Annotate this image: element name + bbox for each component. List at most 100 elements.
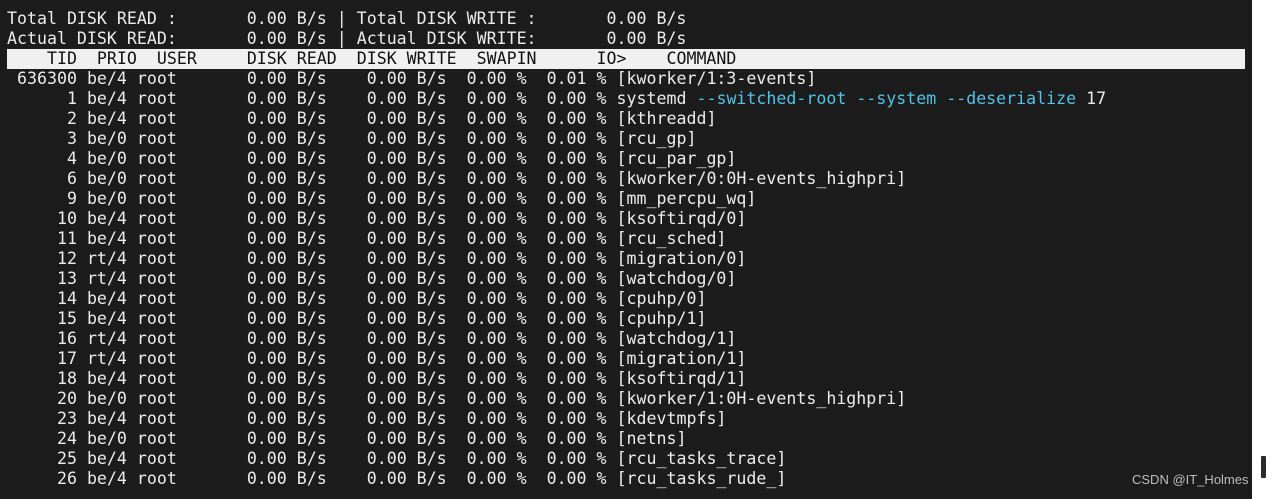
column-io[interactable]: IO> [597,49,627,68]
table-row[interactable]: 15 be/4 root 0.00 B/s 0.00 B/s 0.00 % 0.… [7,309,707,329]
row-user: root [136,109,217,128]
row-user: root [136,149,217,168]
row-tid: 2 [7,109,77,128]
scrollbar-track[interactable] [1252,0,1273,499]
row-prio: be/4 [86,69,127,88]
column-disk-write[interactable]: DISK WRITE [357,49,457,68]
column-disk-read[interactable]: DISK READ [247,49,337,68]
row-disk-read: 0.00 B/s [236,429,327,448]
row-command: [kdevtmpfs] [616,409,727,428]
row-tid: 18 [7,369,77,388]
row-swapin: 0.00 % [466,149,527,168]
row-io: 0.00 % [546,129,607,148]
row-disk-read: 0.00 B/s [236,69,327,88]
summary-read-label: Total DISK READ : [7,9,177,28]
row-command: [rcu_sched] [616,229,727,248]
table-row[interactable]: 11 be/4 root 0.00 B/s 0.00 B/s 0.00 % 0.… [7,229,727,249]
table-row[interactable]: 24 be/0 root 0.00 B/s 0.00 B/s 0.00 % 0.… [7,429,687,449]
row-swapin: 0.00 % [466,329,527,348]
column-prio[interactable]: PRIO [97,49,137,68]
row-io: 0.00 % [546,189,607,208]
table-row[interactable]: 13 rt/4 root 0.00 B/s 0.00 B/s 0.00 % 0.… [7,269,736,289]
row-command: [cpuhp/0] [616,289,707,308]
row-disk-read: 0.00 B/s [236,389,327,408]
row-disk-write: 0.00 B/s [356,389,447,408]
row-disk-write: 0.00 B/s [356,349,447,368]
row-command: [rcu_tasks_rude_] [616,469,787,488]
table-row[interactable]: 18 be/4 root 0.00 B/s 0.00 B/s 0.00 % 0.… [7,369,746,389]
table-row[interactable]: 20 be/0 root 0.00 B/s 0.00 B/s 0.00 % 0.… [7,389,906,409]
row-tid: 23 [7,409,77,428]
row-disk-write: 0.00 B/s [356,129,447,148]
row-disk-write: 0.00 B/s [356,69,447,88]
table-row[interactable]: 1 be/4 root 0.00 B/s 0.00 B/s 0.00 % 0.0… [7,89,1106,109]
row-disk-write: 0.00 B/s [356,209,447,228]
row-disk-read: 0.00 B/s [236,129,327,148]
table-row[interactable]: 10 be/4 root 0.00 B/s 0.00 B/s 0.00 % 0.… [7,209,746,229]
row-swapin: 0.00 % [466,389,527,408]
row-command: [rcu_par_gp] [616,149,737,168]
table-row[interactable]: 14 be/4 root 0.00 B/s 0.00 B/s 0.00 % 0.… [7,289,707,309]
row-disk-write: 0.00 B/s [356,109,447,128]
row-command: [watchdog/1] [616,329,737,348]
column-swapin[interactable]: SWAPIN [477,49,537,68]
table-row[interactable]: 26 be/4 root 0.00 B/s 0.00 B/s 0.00 % 0.… [7,469,786,489]
actual-disk-summary: Actual DISK READ: 0.00 B/s | Actual DISK… [7,29,686,49]
row-io: 0.00 % [546,249,607,268]
table-row[interactable]: 9 be/0 root 0.00 B/s 0.00 B/s 0.00 % 0.0… [7,189,756,209]
table-row[interactable]: 16 rt/4 root 0.00 B/s 0.00 B/s 0.00 % 0.… [7,329,736,349]
row-swapin: 0.00 % [466,429,527,448]
table-row[interactable]: 636300 be/4 root 0.00 B/s 0.00 B/s 0.00 … [7,69,816,89]
column-user[interactable]: USER [157,49,237,68]
total-disk-summary: Total DISK READ : 0.00 B/s | Total DISK … [7,9,686,29]
row-user: root [136,89,217,108]
row-io: 0.00 % [546,109,607,128]
column-header[interactable]: TID PRIO USER DISK READ DISK WRITE SWAPI… [7,49,736,69]
row-swapin: 0.00 % [466,309,527,328]
row-user: root [136,209,217,228]
watermark: CSDN @IT_Holmes [1132,472,1249,487]
row-swapin: 0.00 % [466,369,527,388]
row-disk-write: 0.00 B/s [356,289,447,308]
row-tid: 11 [7,229,77,248]
column-command[interactable]: COMMAND [666,49,736,68]
row-disk-read: 0.00 B/s [236,289,327,308]
row-io: 0.00 % [546,309,607,328]
row-swapin: 0.00 % [466,129,527,148]
terminal-window[interactable]: Total DISK READ : 0.00 B/s | Total DISK … [0,0,1252,499]
table-row[interactable]: 17 rt/4 root 0.00 B/s 0.00 B/s 0.00 % 0.… [7,349,746,369]
summary-read-value: 0.00 B/s [186,9,327,28]
row-disk-read: 0.00 B/s [236,309,327,328]
row-disk-write: 0.00 B/s [356,229,447,248]
row-tid: 14 [7,289,77,308]
row-prio: be/4 [86,309,127,328]
row-io: 0.00 % [546,329,607,348]
row-tid: 9 [7,189,77,208]
table-row[interactable]: 23 be/4 root 0.00 B/s 0.00 B/s 0.00 % 0.… [7,409,727,429]
row-disk-write: 0.00 B/s [356,369,447,388]
row-disk-read: 0.00 B/s [236,409,327,428]
column-tid[interactable]: TID [7,49,77,68]
table-row[interactable]: 4 be/0 root 0.00 B/s 0.00 B/s 0.00 % 0.0… [7,149,736,169]
row-swapin: 0.00 % [466,349,527,368]
row-command: [ksoftirqd/0] [616,209,747,228]
row-command: [kworker/0:0H-events_highpri] [616,169,907,188]
row-disk-write: 0.00 B/s [356,249,447,268]
table-row[interactable]: 2 be/4 root 0.00 B/s 0.00 B/s 0.00 % 0.0… [7,109,717,129]
row-prio: be/0 [86,149,127,168]
table-row[interactable]: 25 be/4 root 0.00 B/s 0.00 B/s 0.00 % 0.… [7,449,786,469]
table-row[interactable]: 12 rt/4 root 0.00 B/s 0.00 B/s 0.00 % 0.… [7,249,746,269]
row-prio: be/4 [86,369,127,388]
table-row[interactable]: 3 be/0 root 0.00 B/s 0.00 B/s 0.00 % 0.0… [7,129,697,149]
row-swapin: 0.00 % [466,169,527,188]
table-row[interactable]: 6 be/0 root 0.00 B/s 0.00 B/s 0.00 % 0.0… [7,169,906,189]
row-tid: 10 [7,209,77,228]
row-command: [ksoftirqd/1] [616,369,747,388]
row-user: root [136,369,217,388]
scrollbar-thumb[interactable] [1261,456,1266,478]
row-prio: be/0 [86,129,127,148]
row-swapin: 0.00 % [466,289,527,308]
row-user: root [136,329,217,348]
row-tid: 24 [7,429,77,448]
row-disk-read: 0.00 B/s [236,89,327,108]
